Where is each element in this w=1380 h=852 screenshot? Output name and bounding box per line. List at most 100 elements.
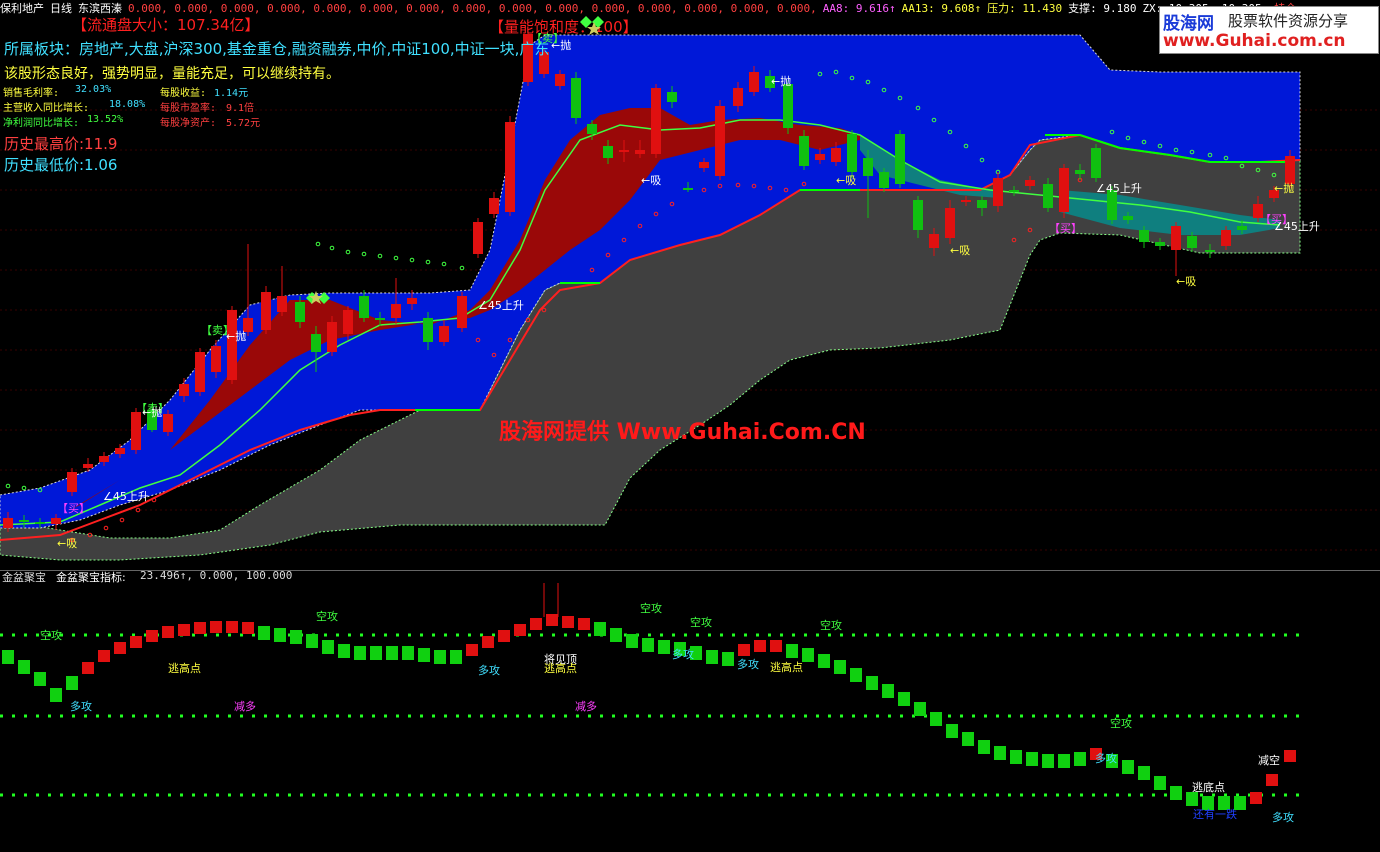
indicator-bar: [786, 644, 798, 658]
candle-body[interactable]: [895, 134, 905, 184]
candle-body[interactable]: [879, 172, 889, 188]
candle-body[interactable]: [715, 106, 725, 176]
candle-body[interactable]: [473, 222, 483, 254]
sar-dot: [425, 259, 431, 265]
candle-body[interactable]: [587, 124, 597, 134]
indicator-bar: [1010, 750, 1022, 764]
indicator-bar: [450, 650, 462, 664]
candle-body[interactable]: [831, 148, 841, 162]
ind-label-jianduo-2: 减多: [575, 700, 597, 713]
indicator-bar: [18, 660, 30, 674]
candle-body[interactable]: [619, 150, 629, 152]
indicator-bar: [818, 654, 830, 668]
candle-body[interactable]: [67, 472, 77, 492]
candle-body[interactable]: [799, 136, 809, 166]
candle-body[interactable]: [407, 298, 417, 304]
candle-body[interactable]: [1009, 190, 1019, 192]
rise45-signal-2: ∠45上升: [478, 299, 524, 312]
candle-body[interactable]: [131, 412, 141, 450]
candle-body[interactable]: [1205, 250, 1215, 252]
candle-body[interactable]: [749, 72, 759, 92]
candle-body[interactable]: [51, 518, 61, 524]
indicator-bar: [930, 712, 942, 726]
candle-body[interactable]: [1059, 168, 1069, 212]
absorb-signal-5: ←吸: [1176, 275, 1197, 288]
candle-body[interactable]: [311, 334, 321, 352]
candle-body[interactable]: [19, 520, 29, 522]
candle-body[interactable]: [635, 150, 645, 154]
candle-body[interactable]: [99, 456, 109, 462]
indicator-bar: [210, 621, 222, 633]
candle-body[interactable]: [423, 318, 433, 342]
ind-label-tao-3: 逃高点: [770, 661, 803, 674]
candle-body[interactable]: [993, 178, 1003, 206]
candle-body[interactable]: [227, 310, 237, 380]
candle-body[interactable]: [733, 88, 743, 106]
candle-body[interactable]: [667, 92, 677, 102]
ind-label-huanyou: 还有一跌: [1193, 808, 1237, 821]
candle-body[interactable]: [327, 322, 337, 352]
candle-body[interactable]: [1139, 230, 1149, 242]
candle-body[interactable]: [1237, 226, 1247, 230]
candle-body[interactable]: [83, 464, 93, 468]
candle-body[interactable]: [343, 310, 353, 334]
indicator-bar: [706, 650, 718, 664]
indicator-bar: [466, 644, 478, 656]
rise45-signal: ∠45上升: [103, 490, 149, 503]
candle-body[interactable]: [651, 88, 661, 154]
candle-body[interactable]: [1075, 170, 1085, 174]
logo-url: www.Guhai.com.cn: [1163, 31, 1346, 51]
logo-banner[interactable]: 股海网 股票软件资源分享 www.Guhai.com.cn: [1159, 6, 1379, 54]
candle-body[interactable]: [211, 346, 221, 372]
candle-body[interactable]: [699, 162, 709, 168]
candle-body[interactable]: [1221, 230, 1231, 246]
candle-body[interactable]: [375, 318, 385, 320]
candle-body[interactable]: [571, 78, 581, 118]
ind-label-kong-4: 空攻: [690, 616, 712, 629]
candle-body[interactable]: [863, 158, 873, 176]
candle-body[interactable]: [683, 188, 693, 190]
candle-body[interactable]: [1043, 184, 1053, 208]
indicator-bar: [578, 618, 590, 630]
candle-body[interactable]: [603, 146, 613, 158]
candle-body[interactable]: [3, 518, 13, 528]
watermark: 股海网提供 Www.Guhai.Com.CN: [499, 420, 866, 445]
candle-body[interactable]: [261, 292, 271, 330]
indicator-bar: [146, 630, 158, 642]
price-chart[interactable]: [0, 0, 1380, 570]
candle-body[interactable]: [1187, 236, 1197, 248]
candle-body[interactable]: [847, 134, 857, 172]
candle-body[interactable]: [179, 384, 189, 396]
candle-body[interactable]: [1025, 180, 1035, 186]
candle-body[interactable]: [977, 200, 987, 208]
indicator-bar: [850, 668, 862, 682]
candle-body[interactable]: [195, 352, 205, 392]
candle-body[interactable]: [439, 326, 449, 342]
candle-body[interactable]: [783, 84, 793, 128]
candle-body[interactable]: [163, 414, 173, 432]
indicator-bar: [274, 628, 286, 642]
candle-body[interactable]: [359, 296, 369, 318]
candle-body[interactable]: [391, 304, 401, 318]
candle-body[interactable]: [505, 122, 515, 212]
candle-body[interactable]: [489, 198, 499, 214]
period-label[interactable]: 日线: [50, 2, 72, 15]
stock-name[interactable]: 保利地产: [0, 2, 44, 15]
candle-body[interactable]: [961, 200, 971, 202]
candle-body[interactable]: [457, 296, 467, 328]
candle-body[interactable]: [277, 296, 287, 312]
candle-body[interactable]: [929, 234, 939, 248]
candle-body[interactable]: [913, 200, 923, 230]
candle-body[interactable]: [1155, 242, 1165, 246]
indicator-bar: [1170, 786, 1182, 800]
candle-body[interactable]: [35, 522, 45, 524]
candle-body[interactable]: [1171, 226, 1181, 250]
historic-high: 历史最高价:11.9: [4, 135, 118, 153]
float-cap: 【流通盘大小：107.34亿】: [72, 16, 260, 34]
candle-body[interactable]: [815, 154, 825, 160]
candle-body[interactable]: [945, 208, 955, 238]
candle-body[interactable]: [555, 74, 565, 86]
candle-body[interactable]: [1123, 216, 1133, 220]
candle-body[interactable]: [115, 448, 125, 454]
candle-body[interactable]: [1091, 148, 1101, 178]
